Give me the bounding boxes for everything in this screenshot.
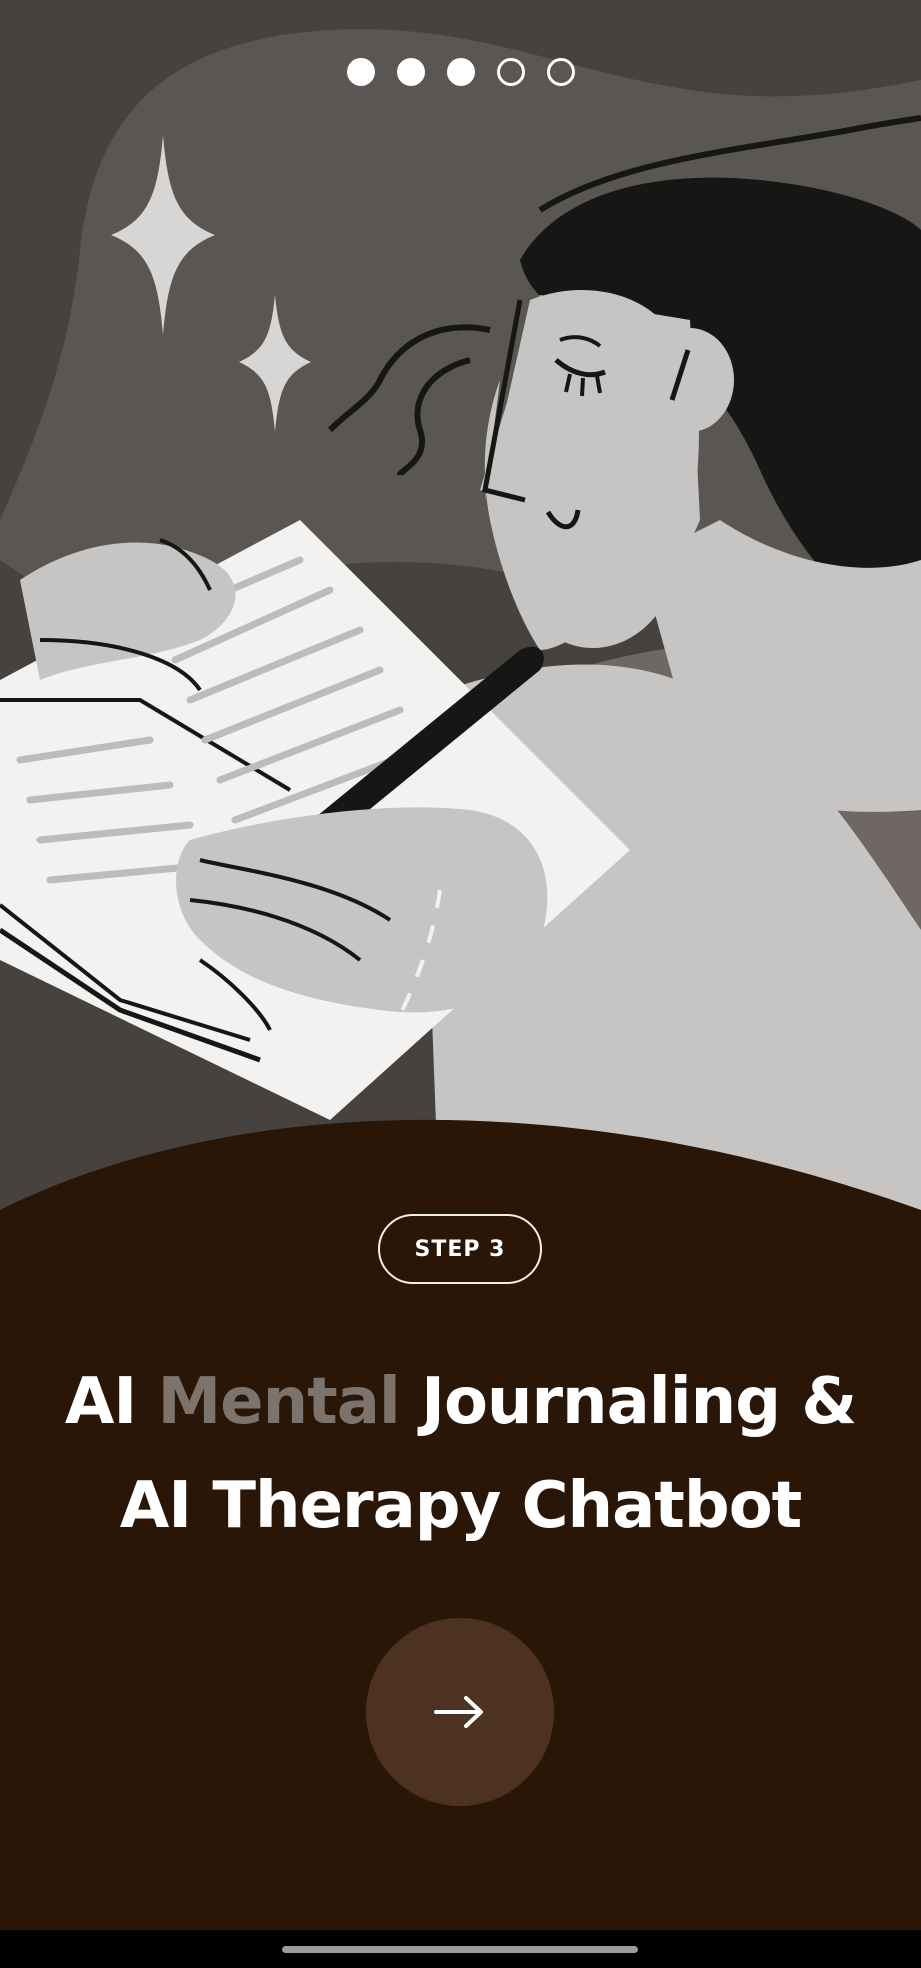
- pagination-dot-4[interactable]: [496, 58, 525, 86]
- headline-prefix: AI: [64, 1365, 158, 1439]
- onboarding-headline: AI Mental Journaling & AI Therapy Chatbo…: [0, 1350, 921, 1558]
- home-indicator[interactable]: [282, 1946, 638, 1953]
- headline-highlight: Mental: [157, 1365, 400, 1439]
- headline-line-1: AI Mental Journaling &: [0, 1350, 921, 1454]
- next-button[interactable]: [366, 1618, 554, 1806]
- system-navigation-bar: [0, 1930, 921, 1968]
- onboarding-content-panel: STEP 3 AI Mental Journaling & AI Therapy…: [0, 1110, 921, 1968]
- onboarding-illustration: [0, 0, 921, 1230]
- pagination-dot-1[interactable]: [346, 58, 375, 86]
- headline-suffix: Journaling &: [399, 1365, 857, 1439]
- pagination-dot-2[interactable]: [396, 58, 425, 86]
- pagination-dot-5[interactable]: [546, 58, 575, 86]
- pagination-dot-3[interactable]: [446, 58, 475, 86]
- step-badge: STEP 3: [378, 1214, 542, 1284]
- onboarding-screen: STEP 3 AI Mental Journaling & AI Therapy…: [0, 0, 921, 1968]
- arrow-right-icon: [434, 1696, 483, 1728]
- pagination-dots: [0, 58, 921, 86]
- step-badge-label: STEP 3: [414, 1236, 506, 1262]
- headline-line-2: AI Therapy Chatbot: [119, 1469, 803, 1543]
- journaling-woman-illustration-icon: [0, 0, 921, 1230]
